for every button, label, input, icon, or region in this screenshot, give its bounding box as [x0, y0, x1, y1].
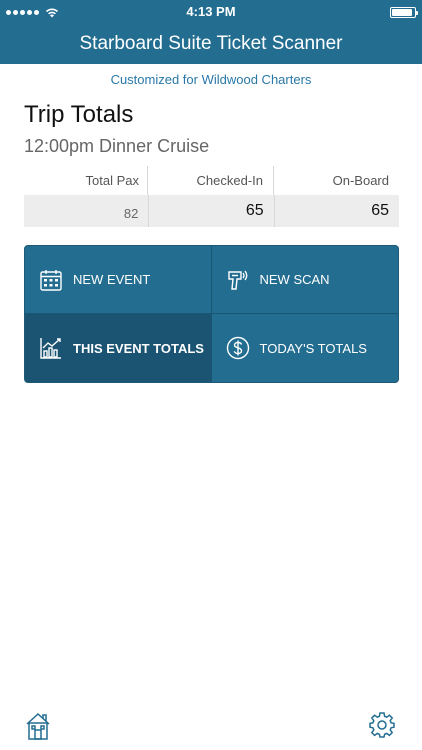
new-event-label: NEW EVENT [73, 272, 151, 287]
value-on-board: 65 [371, 202, 389, 219]
home-button[interactable] [25, 712, 51, 740]
section-title: Trip Totals [24, 101, 134, 128]
chart-icon [39, 336, 63, 360]
customer-subtitle: Customized for Wildwood Charters [110, 72, 312, 87]
battery-icon [390, 6, 418, 18]
totals-header-row: Total Pax Checked-In On-Board [24, 166, 399, 195]
new-scan-button[interactable]: NEW SCAN [211, 246, 398, 314]
header-on-board: On-Board [332, 173, 389, 188]
totals-values-row: 82 65 65 [24, 195, 399, 227]
settings-button[interactable] [368, 711, 396, 739]
nav-bar: Starboard Suite Ticket Scanner [0, 24, 422, 64]
header-total-pax: Total Pax [24, 166, 148, 195]
app-title: Starboard Suite Ticket Scanner [79, 33, 343, 54]
status-bar: 4:13 PM [0, 0, 422, 24]
status-time: 4:13 PM [186, 4, 236, 19]
value-total-pax: 82 [24, 195, 150, 227]
todays-totals-button[interactable]: TODAY'S TOTALS [212, 314, 399, 382]
gear-icon [369, 712, 395, 738]
totals-table: Total Pax Checked-In On-Board 82 65 65 [24, 166, 399, 227]
header-checked-in: Checked-In [148, 166, 274, 195]
todays-totals-label: TODAY'S TOTALS [259, 340, 367, 356]
event-name: 12:00pm Dinner Cruise [24, 136, 210, 156]
home-icon [26, 712, 50, 740]
action-menu: NEW EVENT NEW SCAN THIS EVENT TOTALS TOD… [24, 245, 399, 383]
this-event-totals-button[interactable]: THIS EVENT TOTALS [25, 314, 212, 382]
scanner-icon [226, 268, 250, 292]
new-event-button[interactable]: NEW EVENT [25, 246, 212, 314]
new-scan-label: NEW SCAN [259, 272, 330, 287]
value-checked-in: 65 [149, 195, 275, 227]
dollar-icon [226, 336, 250, 360]
this-event-totals-label: THIS EVENT TOTALS [73, 340, 204, 356]
calendar-icon [39, 268, 63, 292]
